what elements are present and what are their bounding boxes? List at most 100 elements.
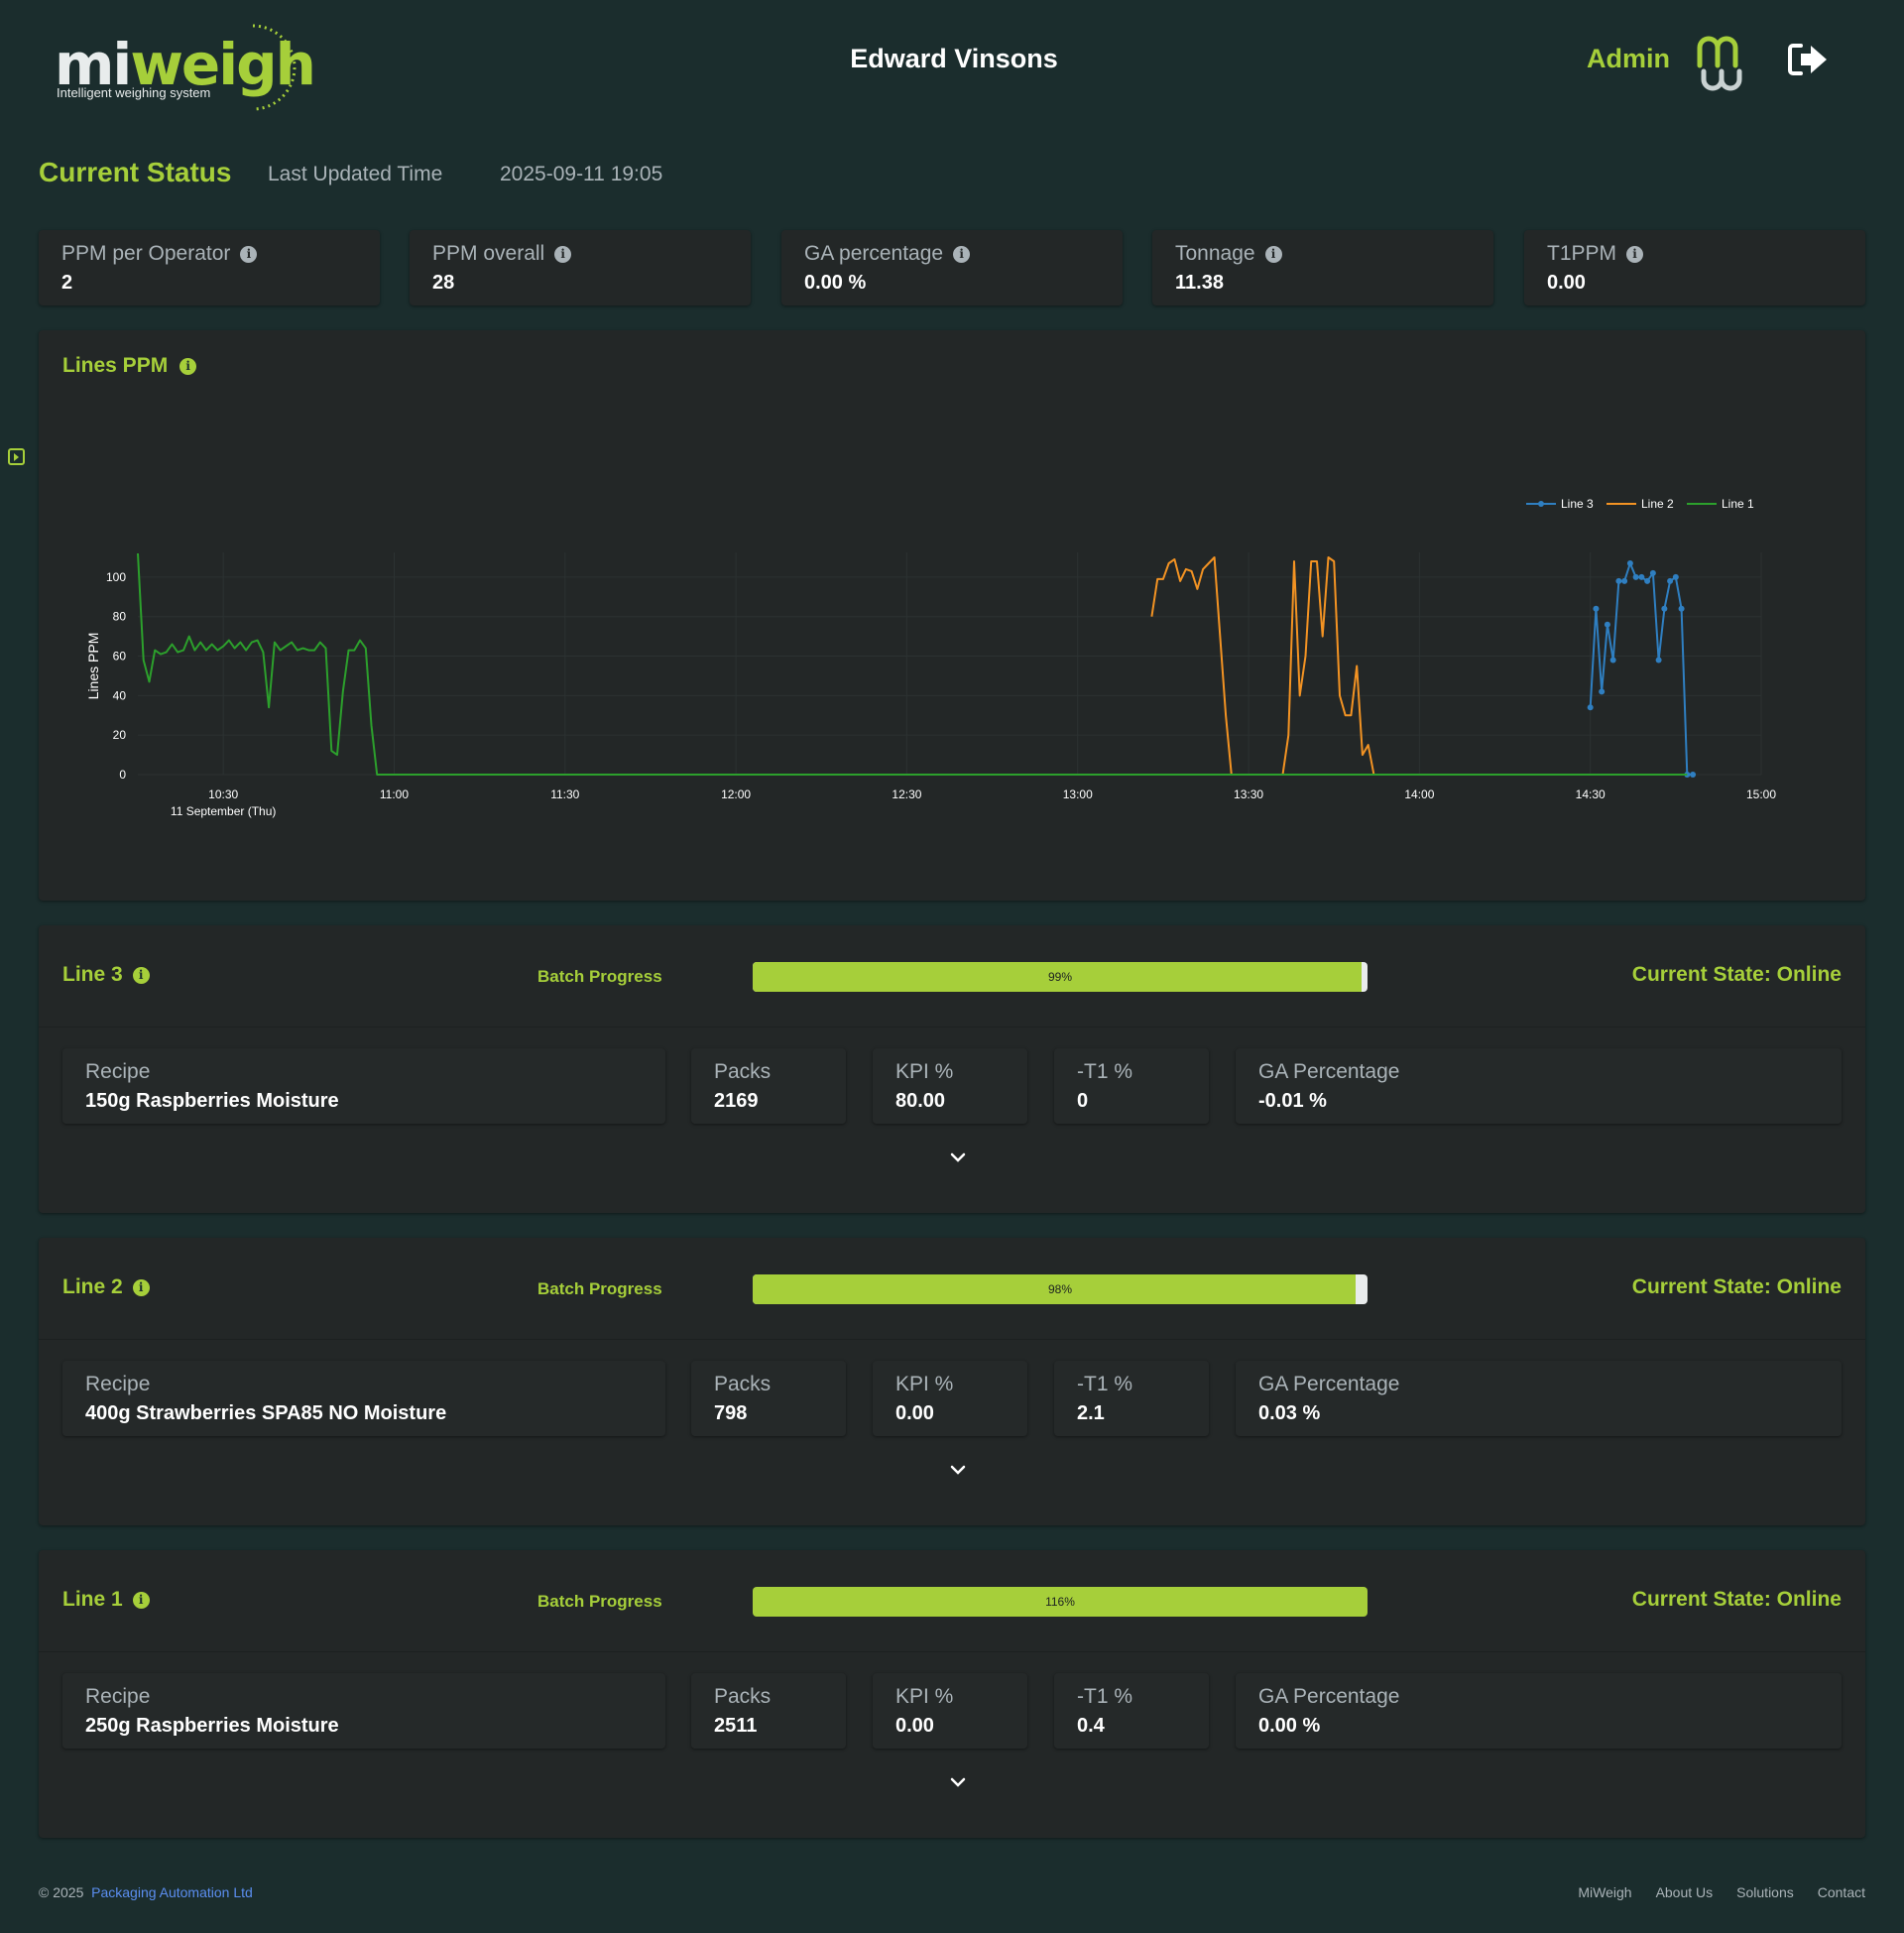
kpi-card-tonnage: Tonnage i 11.38 bbox=[1152, 230, 1493, 305]
x-tick-label: 14:30 bbox=[1576, 787, 1606, 801]
recipe-card: Recipe 150g Raspberries Moisture bbox=[62, 1048, 665, 1124]
ga-card: GA Percentage 0.00 % bbox=[1236, 1673, 1842, 1749]
packs-label: Packs bbox=[714, 1685, 772, 1708]
t1-card: -T1 % 2.1 bbox=[1054, 1361, 1209, 1436]
info-icon[interactable]: i bbox=[132, 966, 150, 984]
x-tick-label: 10:30 bbox=[208, 787, 238, 801]
footer-copyright: © 2025 bbox=[39, 1884, 84, 1900]
footer-company-link[interactable]: Packaging Automation Ltd bbox=[91, 1884, 253, 1900]
kpi-card-ppm-per-operator: PPM per Operator i 2 bbox=[39, 230, 380, 305]
recipe-value: 150g Raspberries Moisture bbox=[85, 1090, 339, 1112]
line-card-header: Line 2 i Batch Progress 98% Current State: O… bbox=[39, 1238, 1865, 1340]
data-point bbox=[1626, 559, 1633, 566]
kpi-card-t1ppm: T1PPM i 0.00 bbox=[1524, 230, 1865, 305]
packs-label: Packs bbox=[714, 1373, 772, 1395]
packs-card: Packs 798 bbox=[691, 1361, 846, 1436]
x-tick-label: 13:00 bbox=[1063, 787, 1093, 801]
kpi-label: KPI % bbox=[895, 1373, 954, 1395]
chevron-down-icon[interactable] bbox=[948, 1149, 968, 1165]
data-point bbox=[1593, 605, 1600, 612]
y-tick-label: 100 bbox=[106, 570, 126, 584]
x-tick-label: 12:30 bbox=[892, 787, 921, 801]
sidebar-toggle-icon[interactable] bbox=[8, 448, 25, 465]
ga-card: GA Percentage 0.03 % bbox=[1236, 1361, 1842, 1436]
packs-value: 2169 bbox=[714, 1090, 759, 1112]
packs-card: Packs 2169 bbox=[691, 1048, 846, 1124]
data-point bbox=[1672, 573, 1679, 580]
kpi-value: 28 bbox=[432, 272, 455, 294]
info-icon[interactable]: i bbox=[1264, 245, 1282, 263]
line-card: Line 2 i Batch Progress 98% Current State: O… bbox=[39, 1238, 1865, 1525]
kpi-label: PPM overall bbox=[432, 242, 545, 265]
data-point bbox=[1690, 772, 1697, 778]
kpi-card: KPI % 0.00 bbox=[873, 1673, 1027, 1749]
info-icon[interactable]: i bbox=[240, 245, 258, 263]
line-card-header: Line 1 i Batch Progress 116% Current State: … bbox=[39, 1550, 1865, 1652]
info-icon[interactable]: i bbox=[1626, 245, 1644, 263]
data-point bbox=[1587, 704, 1594, 711]
y-tick-label: 60 bbox=[113, 650, 127, 664]
info-icon[interactable]: i bbox=[953, 245, 971, 263]
data-point bbox=[1621, 577, 1628, 584]
t1-label: -T1 % bbox=[1077, 1060, 1133, 1083]
batch-progress-label: Batch Progress bbox=[537, 1279, 662, 1298]
data-point bbox=[1599, 688, 1606, 695]
kpi-value: 0.00 bbox=[1547, 272, 1586, 294]
t1-value: 2.1 bbox=[1077, 1402, 1105, 1424]
x-tick-label: 11:00 bbox=[380, 787, 409, 801]
kpi-card: KPI % 0.00 bbox=[873, 1361, 1027, 1436]
user-role[interactable]: Admin bbox=[1587, 44, 1670, 74]
line-card: Line 1 i Batch Progress 116% Current State: … bbox=[39, 1550, 1865, 1838]
kpi-label: KPI % bbox=[895, 1685, 954, 1708]
footer-link-contact[interactable]: Contact bbox=[1818, 1884, 1865, 1900]
last-updated-value: 2025-09-11 19:05 bbox=[500, 163, 663, 185]
current-state: Current State: Online bbox=[1631, 963, 1842, 986]
kpi-value: 0.00 bbox=[895, 1715, 934, 1737]
data-point bbox=[1649, 569, 1656, 576]
x-tick-label: 12:00 bbox=[721, 787, 751, 801]
data-point bbox=[1632, 573, 1639, 580]
lines-ppm-chart[interactable]: 0 20 40 60 80 100 10:30 11:00 11:30 12:00 12:30 13:… bbox=[39, 330, 1865, 901]
batch-progress-text: 98% bbox=[1047, 1282, 1073, 1296]
data-point bbox=[1661, 605, 1668, 612]
legend-label: Line 1 bbox=[1722, 497, 1754, 511]
recipe-label: Recipe bbox=[85, 1060, 151, 1083]
kpi-label: PPM per Operator bbox=[61, 242, 231, 265]
chevron-down-icon[interactable] bbox=[948, 1462, 968, 1478]
t1-card: -T1 % 0 bbox=[1054, 1048, 1209, 1124]
ga-label: GA Percentage bbox=[1258, 1685, 1400, 1708]
packs-value: 798 bbox=[714, 1402, 748, 1424]
data-point bbox=[1615, 577, 1622, 584]
footer-link-solutions[interactable]: Solutions bbox=[1736, 1884, 1794, 1900]
avatar-logo-icon[interactable] bbox=[1694, 34, 1747, 93]
batch-progress-label: Batch Progress bbox=[537, 967, 662, 986]
current-state: Current State: Online bbox=[1631, 1588, 1842, 1611]
t1-value: 0 bbox=[1077, 1090, 1089, 1112]
kpi-value: 0.00 % bbox=[804, 272, 867, 294]
current-state: Current State: Online bbox=[1631, 1275, 1842, 1298]
footer-link-miweigh[interactable]: MiWeigh bbox=[1578, 1884, 1631, 1900]
batch-progress-text: 116% bbox=[1045, 1595, 1075, 1609]
legend-marker bbox=[1538, 501, 1544, 507]
info-icon[interactable]: i bbox=[554, 245, 572, 263]
batch-progress-bar: 99% bbox=[753, 962, 1368, 992]
logo-tagline: Intelligent weighing system bbox=[57, 85, 211, 100]
y-axis-label: Lines PPM bbox=[85, 633, 101, 700]
ga-value: -0.01 % bbox=[1258, 1090, 1327, 1112]
x-tick-date-label: 11 September (Thu) bbox=[171, 804, 277, 818]
logout-icon[interactable] bbox=[1787, 42, 1829, 77]
x-tick-label: 15:00 bbox=[1746, 787, 1776, 801]
info-icon[interactable]: i bbox=[132, 1278, 150, 1296]
y-tick-label: 20 bbox=[113, 728, 127, 742]
y-tick-label: 40 bbox=[113, 688, 127, 702]
info-icon[interactable]: i bbox=[132, 1591, 150, 1609]
data-point bbox=[1609, 657, 1616, 664]
recipe-value: 400g Strawberries SPA85 NO Moisture bbox=[85, 1402, 447, 1424]
last-updated-label: Last Updated Time bbox=[268, 163, 443, 185]
line-name: Line 1 bbox=[62, 1588, 123, 1611]
chevron-down-icon[interactable] bbox=[948, 1774, 968, 1790]
batch-progress-text: 99% bbox=[1047, 970, 1073, 984]
data-point bbox=[1644, 577, 1651, 584]
footer-link-about-us[interactable]: About Us bbox=[1656, 1884, 1714, 1900]
kpi-card-ga-percentage: GA percentage i 0.00 % bbox=[781, 230, 1123, 305]
